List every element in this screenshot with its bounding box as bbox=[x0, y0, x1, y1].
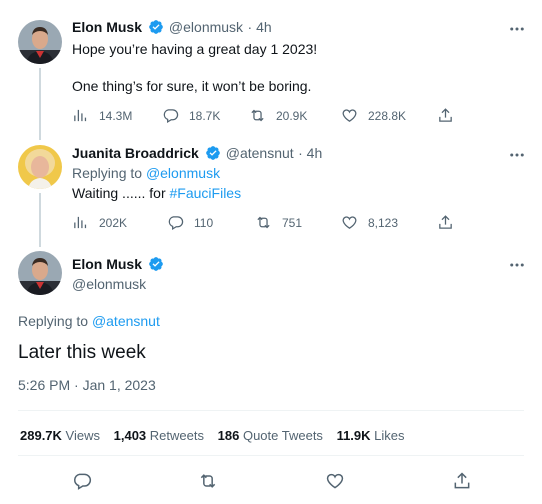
tweet-stats: 289.7K Views 1,403 Retweets 186 Quote Tw… bbox=[20, 428, 405, 443]
views-count: 202K bbox=[99, 215, 128, 230]
share-button[interactable] bbox=[452, 471, 482, 491]
reply-button[interactable]: 18.7K bbox=[162, 107, 220, 124]
share-button[interactable] bbox=[437, 214, 464, 231]
tweet1-text-line2: One thing’s for sure, it won’t be boring… bbox=[72, 78, 312, 94]
author-name[interactable]: Juanita Broaddrick bbox=[72, 145, 199, 161]
more-options-icon[interactable] bbox=[508, 256, 526, 274]
reply-button[interactable]: 110 bbox=[167, 214, 213, 231]
like-button[interactable]: 228.8K bbox=[341, 107, 406, 124]
heart-icon bbox=[342, 216, 357, 229]
tweet1-text-line1: Hope you’re having a great day 1 2023! bbox=[72, 41, 318, 57]
reply-icon bbox=[163, 109, 179, 124]
retweet-icon bbox=[200, 474, 216, 488]
reply-icon bbox=[74, 473, 92, 490]
avatar[interactable] bbox=[18, 251, 62, 295]
divider bbox=[18, 455, 524, 456]
analytics-icon bbox=[74, 216, 87, 229]
replying-to: Replying to @elonmusk bbox=[72, 163, 220, 183]
hashtag-link[interactable]: #FauciFiles bbox=[170, 185, 242, 201]
retweet-button[interactable]: 751 bbox=[255, 214, 302, 231]
stat-quotes[interactable]: 186 Quote Tweets bbox=[218, 428, 327, 443]
verified-badge-icon bbox=[149, 257, 164, 271]
retweets-number: 1,403 bbox=[113, 428, 147, 443]
tweet1-header: Elon Musk @elonmusk · 4h bbox=[72, 19, 272, 37]
main-tweet-author: Elon Musk bbox=[72, 256, 164, 274]
tweet-time[interactable]: · 4h bbox=[298, 145, 322, 161]
author-name[interactable]: Elon Musk bbox=[72, 19, 142, 35]
views-number: 289.7K bbox=[20, 428, 62, 443]
like-count: 8,123 bbox=[368, 215, 399, 230]
replying-to-link[interactable]: @atensnut bbox=[92, 313, 160, 329]
thread-line bbox=[39, 68, 41, 140]
reply-count: 18.7K bbox=[189, 108, 221, 123]
share-icon bbox=[454, 472, 470, 489]
views-count: 14.3M bbox=[99, 108, 133, 123]
replying-prefix: Replying to bbox=[18, 313, 89, 329]
verified-badge-icon bbox=[206, 146, 221, 160]
replying-to: Replying to @atensnut bbox=[18, 311, 160, 331]
retweet-count: 20.9K bbox=[276, 108, 308, 123]
likes-label: Likes bbox=[374, 428, 405, 443]
reply-button[interactable] bbox=[72, 471, 102, 491]
tweet-time[interactable]: · 4h bbox=[248, 19, 272, 35]
avatar[interactable] bbox=[18, 20, 62, 64]
author-handle[interactable]: @elonmusk bbox=[169, 19, 243, 35]
author-name[interactable]: Elon Musk bbox=[72, 256, 142, 272]
tweet2-header: Juanita Broaddrick @atensnut · 4h bbox=[72, 145, 322, 163]
heart-icon bbox=[326, 473, 344, 489]
reply-icon bbox=[168, 216, 184, 231]
stat-views[interactable]: 289.7K Views bbox=[20, 428, 104, 443]
share-icon bbox=[439, 215, 452, 229]
replying-prefix: Replying to bbox=[72, 165, 143, 181]
avatar[interactable] bbox=[18, 145, 62, 189]
replying-to-link[interactable]: @elonmusk bbox=[146, 165, 220, 181]
thread-line bbox=[39, 193, 41, 247]
heart-icon bbox=[342, 109, 357, 122]
more-options-icon[interactable] bbox=[508, 20, 526, 38]
views-label: Views bbox=[65, 428, 100, 443]
share-button[interactable] bbox=[437, 107, 464, 124]
stat-retweets[interactable]: 1,403 Retweets bbox=[114, 428, 208, 443]
verified-badge-icon bbox=[149, 20, 164, 34]
author-handle[interactable]: @elonmusk bbox=[72, 276, 146, 292]
divider bbox=[18, 410, 524, 411]
views-button[interactable]: 14.3M bbox=[72, 107, 132, 124]
share-icon bbox=[439, 108, 452, 122]
like-button[interactable]: 8,123 bbox=[341, 214, 398, 231]
main-tweet-text: Later this week bbox=[18, 342, 146, 363]
views-button[interactable]: 202K bbox=[72, 214, 127, 231]
like-count: 228.8K bbox=[368, 108, 407, 123]
likes-number: 11.9K bbox=[336, 428, 371, 443]
like-button[interactable] bbox=[325, 471, 355, 491]
quotes-number: 186 bbox=[217, 428, 240, 443]
reply-count: 110 bbox=[194, 215, 214, 230]
retweet-icon bbox=[251, 109, 264, 122]
more-options-icon[interactable] bbox=[508, 146, 526, 164]
stat-likes[interactable]: 11.9K Likes bbox=[337, 428, 405, 443]
analytics-icon bbox=[74, 109, 87, 122]
tweet2-text: Waiting ...... for #FauciFiles bbox=[72, 183, 241, 203]
retweets-label: Retweets bbox=[149, 428, 204, 443]
tweet2-text-prefix: Waiting ...... for bbox=[72, 185, 166, 201]
tweet-timestamp[interactable]: 5:26 PM · Jan 1, 2023 bbox=[18, 377, 156, 393]
author-handle[interactable]: @atensnut bbox=[226, 145, 294, 161]
quotes-label: Quote Tweets bbox=[242, 428, 323, 443]
retweet-button[interactable]: 20.9K bbox=[249, 107, 307, 124]
retweet-icon bbox=[257, 216, 270, 229]
retweet-count: 751 bbox=[282, 215, 303, 230]
retweet-button[interactable] bbox=[198, 471, 228, 491]
